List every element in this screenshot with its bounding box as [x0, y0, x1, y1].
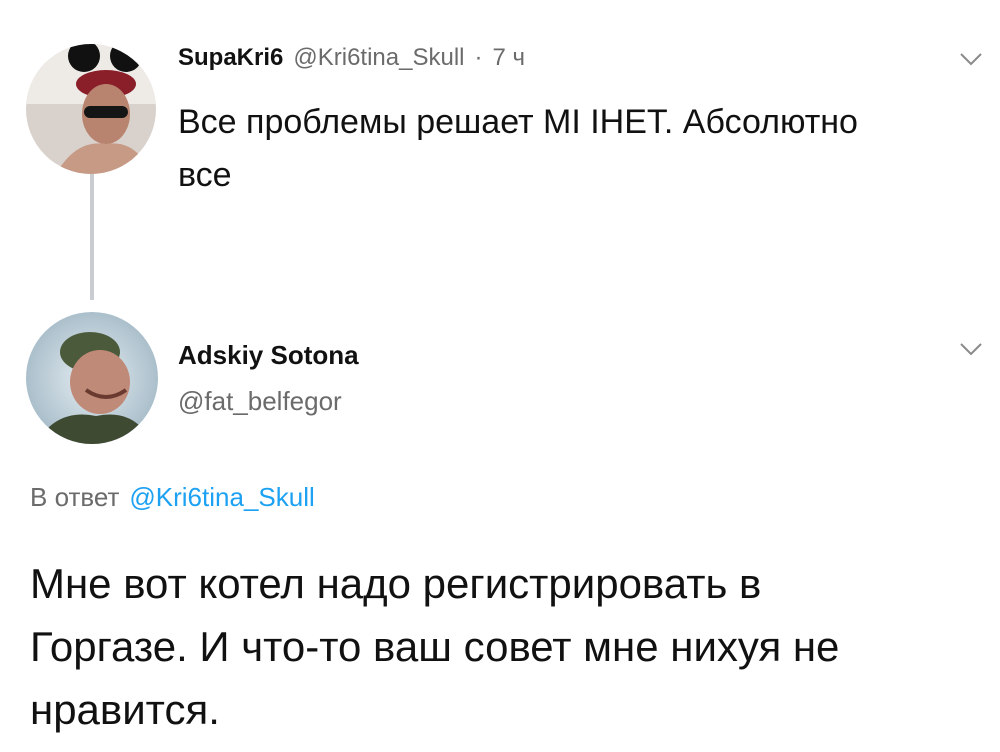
reply-text-line-3: нравится. — [30, 686, 220, 733]
reply-text-line-2: Горгазе. И что-то ваш совет мне нихуя не — [30, 623, 840, 670]
tweet-text-line-2: все — [178, 156, 232, 194]
avatar[interactable] — [26, 312, 158, 444]
separator: · — [474, 44, 483, 71]
reply-handle[interactable]: @fat_belfegor — [178, 386, 342, 417]
reply-text-line-1: Мне вот котел надо регистрировать в — [30, 560, 762, 607]
display-name[interactable]: SupaKri6 — [178, 44, 283, 72]
tweet-text-line-1: Все проблемы решает МІ ІНЕТ. Абсолютно — [178, 103, 858, 141]
reply-display-name[interactable]: Adskiy Sotona — [178, 340, 359, 371]
chevron-down-icon — [960, 343, 982, 356]
chevron-down-icon — [960, 53, 982, 66]
avatar[interactable] — [26, 44, 156, 174]
timestamp[interactable]: 7 ч — [492, 44, 525, 72]
tweet-menu-button[interactable] — [958, 50, 984, 73]
avatar-icon — [26, 312, 158, 444]
avatar-icon — [26, 44, 156, 174]
thread-line — [90, 168, 94, 300]
tweet-header: SupaKri6 @Kri6tina_Skull · 7 ч — [178, 44, 525, 80]
handle[interactable]: @Kri6tina_Skull — [293, 44, 464, 72]
reply-menu-button[interactable] — [958, 340, 984, 363]
in-reply-prefix: В ответ — [30, 482, 120, 512]
in-reply-to: В ответ @Kri6tina_Skull — [30, 482, 315, 513]
in-reply-handle[interactable]: @Kri6tina_Skull — [129, 482, 314, 513]
